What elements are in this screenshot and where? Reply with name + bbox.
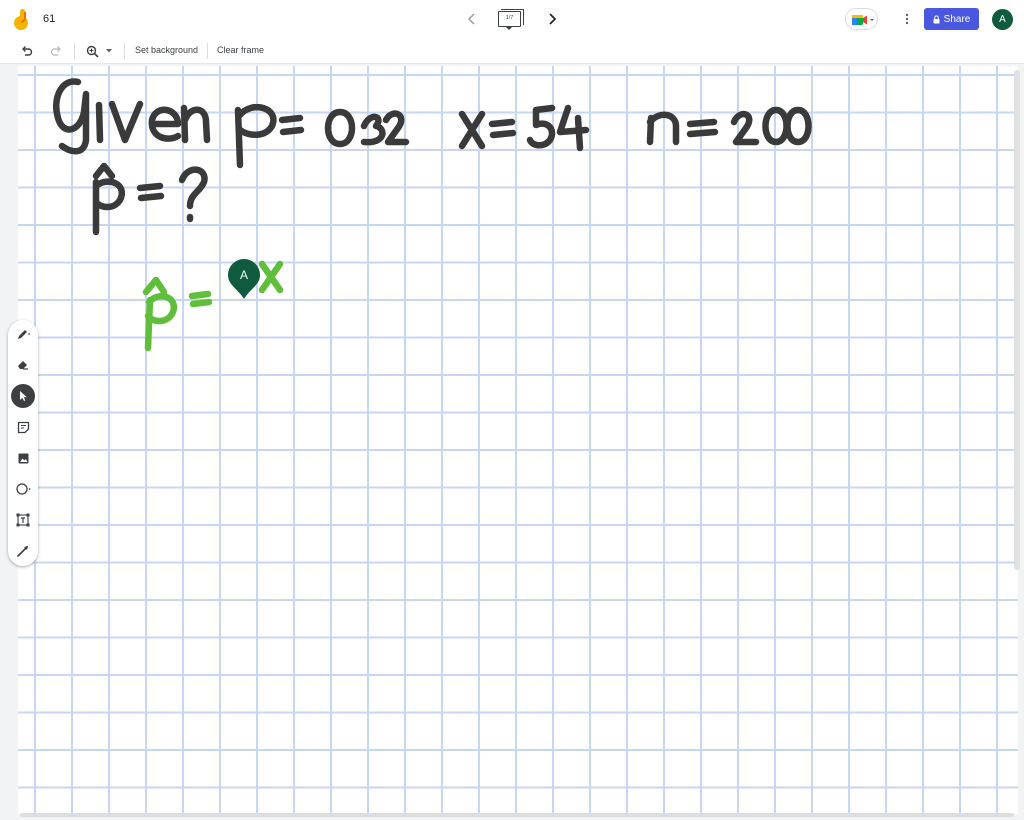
lock-icon bbox=[933, 14, 940, 23]
caret-down-icon bbox=[106, 49, 112, 53]
tool-palette bbox=[8, 320, 38, 566]
image-icon bbox=[18, 453, 28, 463]
editing-toolbar: Set background Clear frame bbox=[0, 38, 1024, 64]
jamboard-logo-icon[interactable] bbox=[12, 9, 32, 31]
undo-icon bbox=[22, 46, 33, 56]
redo-button[interactable] bbox=[47, 42, 65, 60]
whiteboard-canvas[interactable] bbox=[18, 66, 1018, 814]
sticky-note-tool[interactable] bbox=[11, 415, 35, 439]
image-tool[interactable] bbox=[11, 446, 35, 470]
collaborator-initial: A bbox=[239, 268, 248, 282]
app-bar: 61 1/7 Share A bbox=[0, 0, 1024, 38]
zoom-dropdown[interactable] bbox=[103, 42, 115, 60]
select-icon bbox=[20, 391, 27, 401]
vertical-scrollbar[interactable] bbox=[1014, 70, 1020, 570]
pen-icon bbox=[18, 330, 30, 339]
frame-counter: 1/7 bbox=[505, 15, 514, 21]
set-background-button[interactable]: Set background bbox=[135, 45, 198, 55]
clear-frame-button[interactable]: Clear frame bbox=[217, 45, 264, 55]
text-box-icon bbox=[16, 513, 30, 527]
caret-down-icon bbox=[506, 27, 512, 30]
eraser-tool[interactable] bbox=[11, 352, 35, 376]
document-title[interactable]: 61 bbox=[43, 13, 55, 25]
zoom-button[interactable] bbox=[83, 42, 101, 60]
collaborator-cursor: A bbox=[228, 259, 260, 299]
toolbar-divider bbox=[124, 43, 125, 59]
pen-tool[interactable] bbox=[11, 322, 35, 346]
horizontal-scrollbar[interactable] bbox=[20, 813, 1014, 817]
chevron-left-icon bbox=[467, 13, 475, 25]
eraser-icon bbox=[18, 361, 28, 370]
more-options-button[interactable] bbox=[897, 9, 917, 29]
text-box-tool[interactable] bbox=[11, 508, 35, 532]
undo-button[interactable] bbox=[18, 42, 36, 60]
canvas-area bbox=[0, 64, 1024, 820]
meet-button[interactable] bbox=[845, 8, 878, 30]
sticky-note-icon bbox=[17, 421, 29, 433]
redo-icon bbox=[50, 46, 61, 56]
share-label: Share bbox=[943, 13, 971, 25]
meet-icon bbox=[852, 15, 874, 25]
zoom-in-icon bbox=[86, 45, 99, 58]
next-frame-button[interactable] bbox=[542, 9, 562, 29]
chevron-right-icon bbox=[549, 13, 557, 25]
select-tool[interactable] bbox=[11, 384, 35, 408]
shape-tool[interactable] bbox=[11, 477, 35, 501]
frame-bar-toggle[interactable]: 1/7 bbox=[497, 9, 526, 30]
toolbar-divider bbox=[74, 43, 75, 59]
laser-icon bbox=[17, 546, 28, 557]
circle-icon bbox=[16, 483, 31, 495]
previous-frame-button[interactable] bbox=[462, 9, 482, 29]
toolbar-divider bbox=[207, 43, 208, 59]
more-vert-icon bbox=[905, 13, 909, 25]
share-button[interactable]: Share bbox=[924, 8, 979, 30]
laser-tool[interactable] bbox=[11, 539, 35, 563]
account-avatar[interactable]: A bbox=[992, 9, 1013, 30]
